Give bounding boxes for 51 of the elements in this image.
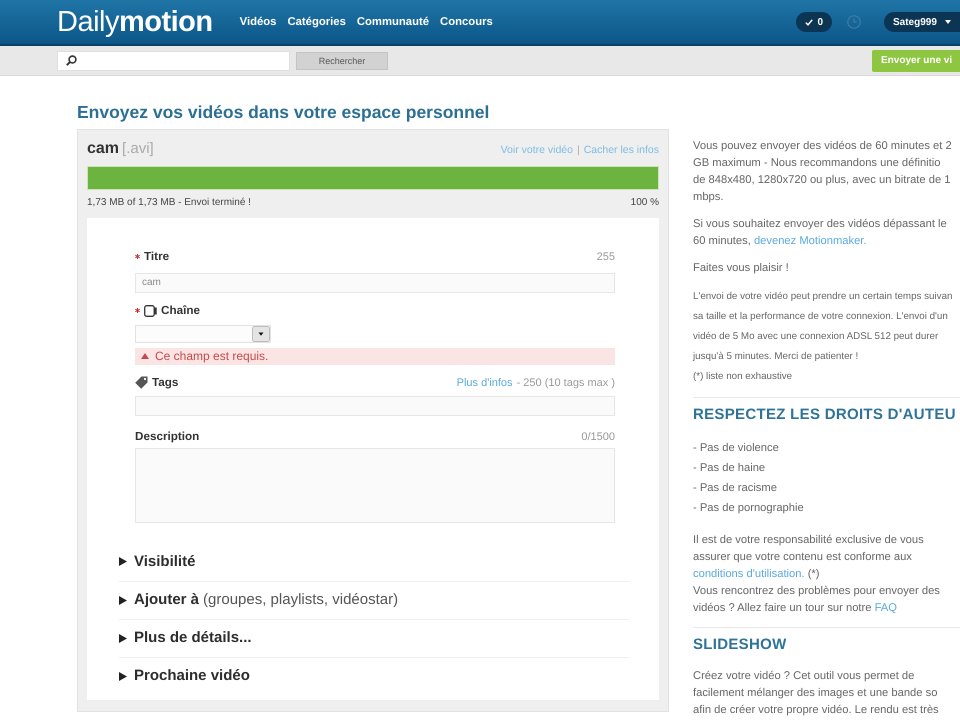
upload-percent: 100 %	[630, 196, 659, 209]
section-toggle[interactable]: Ajouter à (groupes, playlists, vidéostar)	[119, 580, 629, 619]
page-title: Envoyez vos vidéos dans votre espace personnel	[77, 102, 490, 122]
field-label: Description	[135, 430, 200, 444]
field-label: Chaîne	[161, 304, 200, 318]
site-logo[interactable]: Dailymotion	[57, 8, 213, 36]
caret-icon	[944, 20, 951, 24]
info-paragraph: Faites vous plaisir !	[693, 261, 790, 276]
notifications-button[interactable]: 0	[796, 12, 832, 32]
file-name: cam	[87, 141, 120, 157]
search-button[interactable]: Rechercher	[296, 52, 388, 70]
tag-icon	[135, 376, 148, 390]
section-toggle[interactable]: Visibilité	[119, 542, 629, 581]
fine-print: (*) liste non exhaustive	[693, 370, 794, 384]
file-extension: [.avi]	[122, 141, 154, 157]
search-icon	[66, 55, 77, 66]
user-menu-button[interactable]: Sateg999	[884, 12, 960, 32]
search-field[interactable]	[57, 50, 290, 70]
nav-link[interactable]: Communauté	[356, 14, 430, 30]
field-label: Tags	[152, 376, 178, 390]
nav-link[interactable]: Catégories	[287, 14, 346, 30]
nav-link[interactable]: Vidéos	[240, 14, 276, 30]
warning-icon	[141, 353, 149, 360]
description-field[interactable]	[135, 448, 615, 523]
clock-icon[interactable]	[847, 15, 861, 29]
section-heading: RESPECTEZ LES DROITS D'AUTEU	[693, 406, 957, 424]
info-paragraph: Si vous souhaitez envoyer des vidéos dépassant le 60 minutes, devenez Motionmaker.	[693, 217, 948, 249]
section-heading: SLIDESHOW	[693, 636, 788, 654]
info-paragraph: Il est de votre responsabilité exclusive de vous assurer que votre contenu est conforme aux conditions d'utilisation. (*) Vous rencontrez des problèmes pour envoyer des vidéos ? Allez faire un tour sur notre FAQ	[693, 533, 941, 616]
nav-link[interactable]: Concours	[440, 14, 493, 30]
info-paragraph: Vous pouvez envoyer des vidéos de 60 minutes et 2 GB maximum - Nous recommandons une définitio de 848x480, 1280x720 ou plus, avec un bitrate de 1 mbps.	[693, 139, 953, 205]
tags-input[interactable]	[135, 396, 615, 416]
rule-item: - Pas de pornographie	[693, 501, 805, 516]
character-counter: 0/1500	[581, 430, 615, 444]
screen-icon	[144, 304, 157, 317]
upload-status: 1,73 MB of 1,73 MB - Envoi terminé !	[87, 196, 251, 209]
rule-item: - Pas de haine	[693, 461, 766, 476]
check-icon	[805, 18, 814, 26]
rule-item: - Pas de racisme	[693, 481, 778, 496]
fine-print: L'envoi de votre vidéo peut prendre un certain temps suivan sa taille et la performance de votre connexion. L'envoi d'un vidéo de 5 Mo avec une connexion ADSL 512 peut durer jusqu'à 5 minutes. Merci de patienter !	[693, 290, 954, 364]
character-counter: 255	[596, 250, 615, 264]
rule-item: - Pas de violence	[693, 441, 780, 456]
channel-select[interactable]	[135, 324, 271, 343]
field-label: Titre	[144, 250, 170, 264]
section-toggle[interactable]: Plus de détails...	[119, 618, 629, 657]
title-input[interactable]: cam	[135, 272, 615, 293]
info-paragraph: Créez votre vidéo ? Cet outil vous permet de facilement mélanger des images et une bande so afin de créer votre propre vidéo. Le rendu est très	[693, 669, 940, 718]
section-toggle[interactable]: Prochaine vidéo	[119, 656, 629, 695]
link-separator: |	[576, 143, 580, 158]
character-counter: - 250 (10 tags max )	[516, 376, 615, 390]
error-message: Ce champ est requis.	[155, 348, 268, 366]
